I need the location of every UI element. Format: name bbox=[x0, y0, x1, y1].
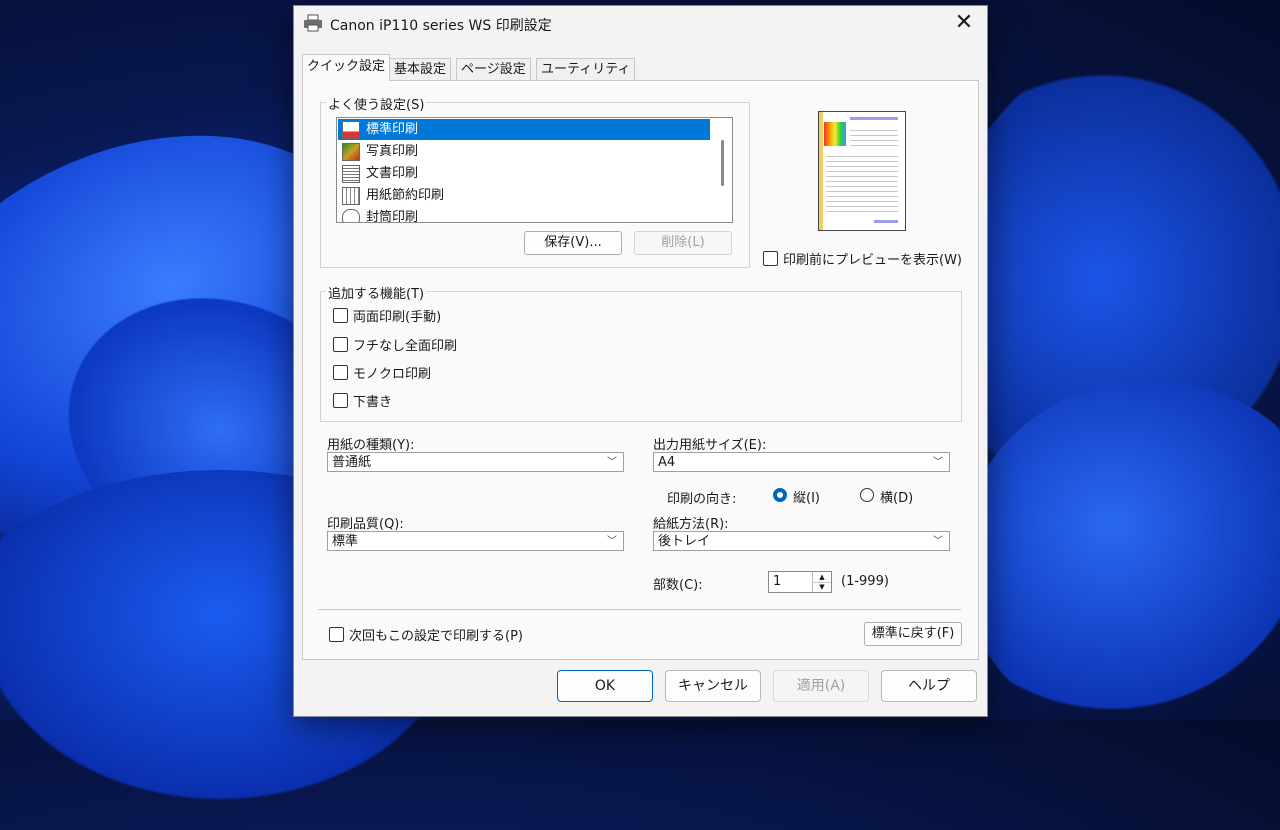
restore-defaults-button[interactable]: 標準に戻す(F) bbox=[864, 622, 962, 646]
media-type-select[interactable]: 普通紙 ﹀ bbox=[327, 452, 624, 472]
list-item[interactable]: 写真印刷 bbox=[338, 141, 710, 162]
title-bar[interactable]: Canon iP110 series WS 印刷設定 ✕ bbox=[294, 6, 987, 42]
borderless-checkbox[interactable] bbox=[333, 337, 348, 352]
landscape-label: 横(D) bbox=[880, 491, 914, 506]
always-print-label: 次回もこの設定で印刷する(P) bbox=[349, 629, 523, 644]
features-label: 追加する機能(T) bbox=[326, 283, 427, 302]
copies-spinbox[interactable]: 1 ▲ ▼ bbox=[768, 571, 832, 593]
tab-page-setup[interactable]: ページ設定 bbox=[456, 58, 531, 81]
envelope-print-icon bbox=[342, 209, 360, 222]
print-preview-thumbnail bbox=[818, 111, 906, 231]
window-title: Canon iP110 series WS 印刷設定 bbox=[330, 18, 552, 34]
paper-source-label: 給紙方法(R): bbox=[653, 517, 729, 532]
paper-source-select[interactable]: 後トレイ ﹀ bbox=[653, 531, 950, 551]
favorites-group: よく使う設定(S) 標準印刷 写真印刷 文書印刷 用紙節約印刷 封筒印刷 保存(… bbox=[320, 94, 750, 268]
copies-label: 部数(C): bbox=[653, 578, 703, 593]
duplex-checkbox[interactable] bbox=[333, 308, 348, 323]
print-quality-select[interactable]: 標準 ﹀ bbox=[327, 531, 624, 551]
copies-range: (1-999) bbox=[841, 574, 889, 589]
print-settings-dialog: Canon iP110 series WS 印刷設定 ✕ クイック設定 基本設定… bbox=[293, 5, 988, 717]
apply-button[interactable]: 適用(A) bbox=[773, 670, 869, 702]
features-group: 追加する機能(T) 両面印刷(手動) フチなし全面印刷 モノクロ印刷 下書き bbox=[320, 283, 962, 422]
portrait-label: 縦(I) bbox=[793, 491, 820, 506]
tab-utility[interactable]: ユーティリティ bbox=[536, 58, 636, 81]
list-item[interactable]: 封筒印刷 bbox=[338, 207, 710, 222]
cancel-button[interactable]: キャンセル bbox=[665, 670, 761, 702]
chevron-down-icon: ﹀ bbox=[607, 457, 617, 468]
preview-image bbox=[824, 122, 846, 146]
always-print-checkbox[interactable] bbox=[329, 627, 344, 642]
landscape-radio[interactable] bbox=[860, 488, 874, 502]
copies-value: 1 bbox=[773, 574, 782, 589]
list-item[interactable]: 文書印刷 bbox=[338, 163, 710, 184]
copies-spin-buttons: ▲ ▼ bbox=[812, 572, 831, 592]
preview-before-print-label: 印刷前にプレビューを表示(W) bbox=[783, 253, 962, 268]
ok-button[interactable]: OK bbox=[557, 670, 653, 702]
draft-checkbox[interactable] bbox=[333, 393, 348, 408]
preview-lines bbox=[826, 152, 898, 214]
delete-button[interactable]: 削除(L) bbox=[634, 231, 732, 255]
chevron-down-icon: ﹀ bbox=[607, 536, 617, 547]
paper-saving-icon bbox=[342, 187, 360, 205]
standard-print-icon bbox=[342, 121, 360, 139]
draft-label: 下書き bbox=[353, 395, 393, 410]
portrait-radio[interactable] bbox=[773, 488, 787, 502]
chevron-down-icon: ﹀ bbox=[933, 457, 943, 468]
favorites-listbox[interactable]: 標準印刷 写真印刷 文書印刷 用紙節約印刷 封筒印刷 bbox=[336, 117, 733, 223]
tab-quick-setup[interactable]: クイック設定 bbox=[302, 54, 391, 81]
preview-lines bbox=[850, 126, 898, 148]
media-type-label: 用紙の種類(Y): bbox=[327, 438, 415, 453]
save-button[interactable]: 保存(V)... bbox=[524, 231, 622, 255]
separator bbox=[318, 609, 961, 610]
duplex-label: 両面印刷(手動) bbox=[353, 310, 442, 325]
chevron-down-icon: ﹀ bbox=[933, 536, 943, 547]
orientation-label: 印刷の向き: bbox=[667, 492, 737, 507]
favorites-label: よく使う設定(S) bbox=[326, 94, 427, 113]
spin-down-icon[interactable]: ▼ bbox=[813, 582, 831, 592]
preview-footer bbox=[874, 220, 898, 223]
grayscale-label: モノクロ印刷 bbox=[353, 367, 432, 382]
borderless-label: フチなし全面印刷 bbox=[353, 339, 458, 354]
document-print-icon bbox=[342, 165, 360, 183]
preview-margin bbox=[819, 112, 823, 230]
grayscale-checkbox[interactable] bbox=[333, 365, 348, 380]
output-size-select[interactable]: A4 ﹀ bbox=[653, 452, 950, 472]
preview-before-print-checkbox[interactable] bbox=[763, 251, 778, 266]
tab-main[interactable]: 基本設定 bbox=[389, 58, 452, 81]
output-size-label: 出力用紙サイズ(E): bbox=[653, 438, 767, 453]
list-item[interactable]: 標準印刷 bbox=[338, 119, 710, 140]
help-button[interactable]: ヘルプ bbox=[881, 670, 977, 702]
preview-heading bbox=[850, 117, 898, 120]
listbox-scrollbar[interactable] bbox=[721, 140, 724, 186]
close-button[interactable]: ✕ bbox=[941, 6, 987, 42]
print-quality-label: 印刷品質(Q): bbox=[327, 517, 404, 532]
printer-icon bbox=[304, 14, 322, 32]
list-item[interactable]: 用紙節約印刷 bbox=[338, 185, 710, 206]
quick-setup-panel: よく使う設定(S) 標準印刷 写真印刷 文書印刷 用紙節約印刷 封筒印刷 保存(… bbox=[302, 80, 979, 660]
photo-print-icon bbox=[342, 143, 360, 161]
